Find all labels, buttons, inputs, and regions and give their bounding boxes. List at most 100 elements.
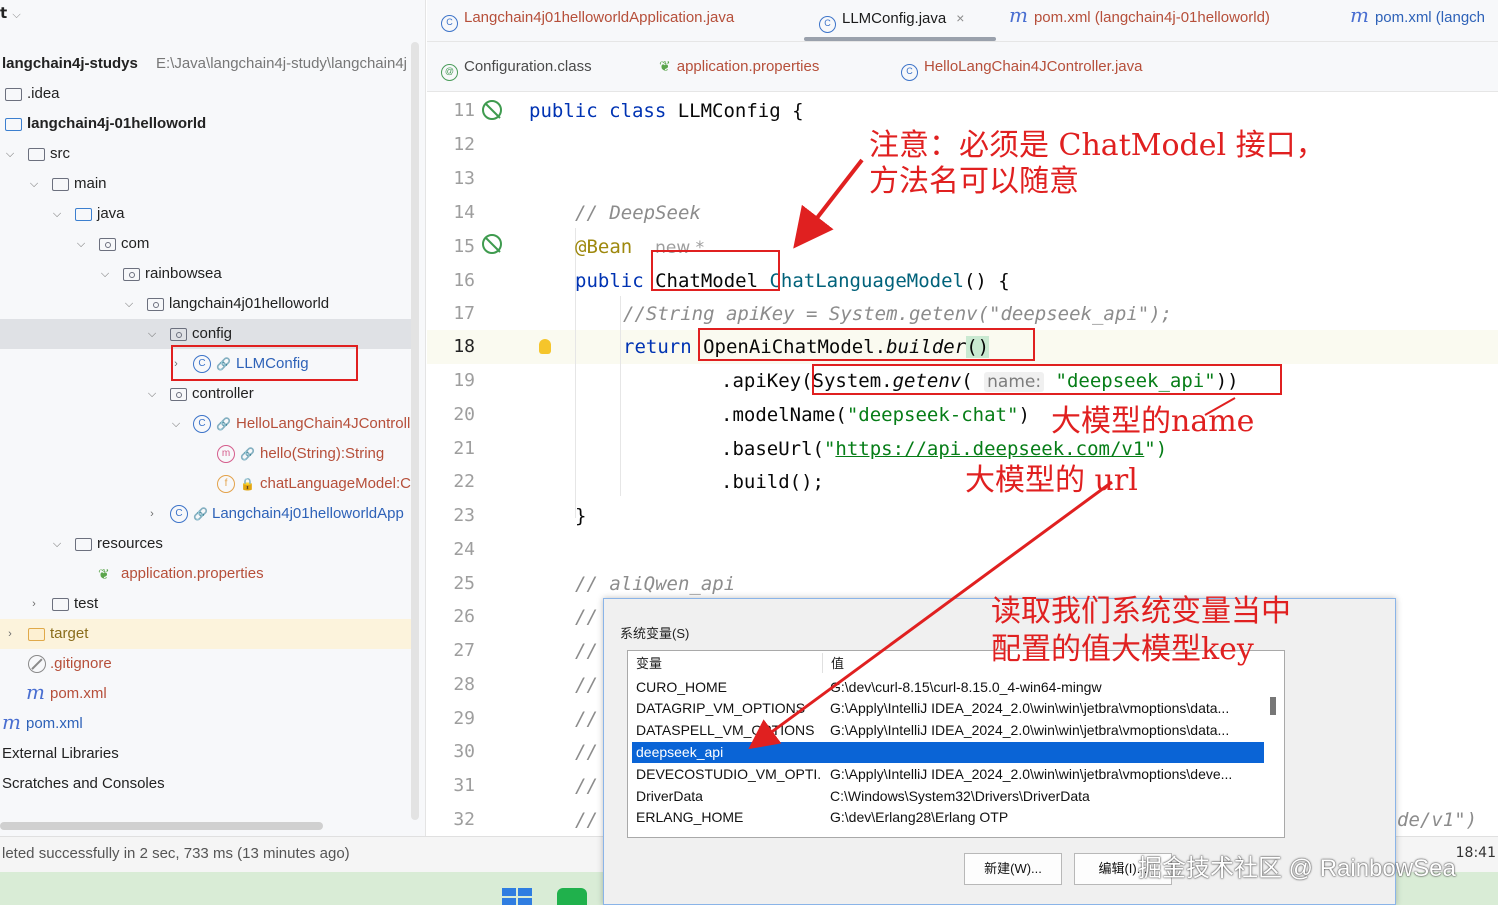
new-variable-button[interactable]: 新建(W)... — [964, 853, 1062, 885]
tree-header[interactable]: t ⌵ — [0, 4, 21, 22]
tab-configuration-class[interactable]: @ Configuration.class — [441, 55, 592, 81]
code-line-16: public ChatModel ChatLanguageModel() { — [575, 270, 1010, 292]
chevron-down-icon[interactable]: ⌵ — [27, 169, 41, 199]
tree-item-java[interactable]: ⌵ java — [0, 199, 412, 229]
table-row[interactable]: DATAGRIP_VM_OPTIONS G:\Apply\IntelliJ IDE… — [632, 698, 1264, 719]
link-icon: 🔗 — [240, 447, 255, 461]
code-line-30: // — [575, 741, 598, 763]
bean-config-icon[interactable] — [481, 99, 505, 123]
project-path: E:\Java\langchain4j-study\langchain4j — [156, 55, 407, 72]
tree-item-application[interactable]: › C 🔗 Langchain4j01helloworldApp — [0, 499, 412, 529]
package-icon — [123, 268, 140, 281]
package-icon — [147, 298, 164, 311]
table-row[interactable]: DriverData C:\Windows\System32\Drivers\Dr… — [632, 786, 1264, 807]
tree-vertical-scrollbar[interactable] — [411, 42, 419, 820]
tree-item-external-libraries[interactable]: External Libraries — [0, 739, 412, 769]
package-icon — [170, 388, 187, 401]
code-line-31: // — [575, 775, 598, 797]
code-line-22: .build(); — [721, 471, 824, 493]
tree-item-hellocontroller[interactable]: ⌵ C 🔗 HelloLangChain4JControll — [0, 409, 412, 439]
tab-pom-root[interactable]: m pom.xml (langch — [1350, 5, 1485, 30]
maven-icon: m — [1009, 3, 1028, 27]
windows-start-icon[interactable] — [502, 888, 532, 905]
chevron-down-icon[interactable]: ⌵ — [169, 409, 183, 439]
editor-tabs-row-2: @ Configuration.class ❦ application.proper… — [427, 42, 1498, 92]
table-scrollbar-thumb[interactable] — [1270, 697, 1276, 715]
chevron-right-icon[interactable]: › — [145, 499, 159, 529]
code-line-25: // aliQwen_api — [575, 573, 736, 595]
editor-tabs-row-1: C Langchain4j01helloworldApplication.java… — [427, 0, 1498, 42]
line-number: 20 — [453, 404, 475, 425]
tree-item-scratches[interactable]: Scratches and Consoles — [0, 769, 412, 799]
tree-item-chatmodel-field[interactable]: f 🔒 chatLanguageModel:C — [0, 469, 412, 499]
tree-item-rainbowsea[interactable]: ⌵ rainbowsea — [0, 259, 412, 289]
link-icon: 🔗 — [193, 507, 208, 521]
line-number: 25 — [453, 573, 475, 594]
chevron-right-icon[interactable]: › — [3, 619, 17, 649]
chevron-down-icon[interactable]: ⌵ — [98, 259, 112, 289]
table-row[interactable]: DEVECOSTUDIO_VM_OPTI... G:\Apply\IntelliJ… — [632, 764, 1264, 785]
line-number: 28 — [453, 674, 475, 695]
tab-application-properties[interactable]: ❦ application.properties — [659, 55, 819, 79]
bean-method-icon[interactable] — [481, 233, 505, 257]
chevron-down-icon[interactable]: ⌵ — [145, 319, 159, 349]
code-line-28: // — [575, 674, 598, 696]
highlight-llmconfig-tree — [171, 345, 358, 381]
tree-item-project-root[interactable]: langchain4j-studys E:\Java\langchain4j-s… — [0, 49, 412, 79]
tree-horizontal-scrollbar[interactable] — [0, 822, 323, 830]
table-row[interactable]: CURO_HOME G:\dev\curl-8.15\curl-8.15.0_4-… — [632, 677, 1264, 698]
chevron-down-icon[interactable]: ⌵ — [50, 529, 64, 559]
table-row[interactable]: DATASPELL_VM_OPTIONS G:\Apply\IntelliJ ID… — [632, 720, 1264, 741]
chevron-down-icon[interactable]: ⌵ — [50, 199, 64, 229]
highlight-chatmodel — [651, 250, 780, 291]
tab-pom-module[interactable]: m pom.xml (langchain4j-01helloworld) — [1009, 3, 1270, 30]
tree-item-hello-method[interactable]: m 🔗 hello(String):String — [0, 439, 412, 469]
tree-item-resources[interactable]: ⌵ resources — [0, 529, 412, 559]
system-variables-table[interactable]: 变量 值 CURO_HOME G:\dev\curl-8.15\curl-8.15… — [627, 650, 1285, 838]
tree-item-main[interactable]: ⌵ main — [0, 169, 412, 199]
spring-class-icon: C — [170, 505, 188, 523]
tree-item-idea[interactable]: .idea — [0, 79, 412, 109]
maven-icon: m — [2, 710, 21, 734]
chevron-right-icon[interactable]: › — [27, 589, 41, 619]
highlight-builder — [698, 328, 1035, 361]
lightbulb-icon[interactable] — [539, 339, 551, 354]
module-folder-icon — [5, 118, 22, 131]
code-line-11: public class LLMConfig { — [529, 100, 804, 122]
tree-item-application-properties[interactable]: ❦ application.properties — [0, 559, 412, 589]
spring-leaf-icon: ❦ — [98, 566, 110, 582]
column-header-variable[interactable]: 变量 — [636, 651, 662, 677]
annotation-read-env-line1: 读取我们系统变量当中 — [991, 594, 1291, 629]
wechat-icon[interactable] — [557, 888, 587, 905]
resources-folder-icon — [75, 538, 92, 551]
line-number: 11 — [453, 100, 475, 121]
tree-item-module[interactable]: langchain4j-01helloworld — [0, 109, 412, 139]
tab-llmconfig-java[interactable]: C LLMConfig.java × — [819, 6, 964, 33]
close-icon[interactable]: × — [956, 10, 964, 26]
spring-leaf-icon: ❦ — [659, 58, 671, 74]
tree-item-gitignore[interactable]: .gitignore — [0, 649, 412, 679]
tree-item-root-pom[interactable]: m pom.xml — [0, 709, 412, 739]
tree-item-test[interactable]: › test — [0, 589, 412, 619]
line-number: 23 — [453, 505, 475, 526]
tree-item-module-pom[interactable]: m pom.xml — [0, 679, 412, 709]
tree-item-langchain4j01helloworld[interactable]: ⌵ langchain4j01helloworld — [0, 289, 412, 319]
line-number: 29 — [453, 708, 475, 729]
project-tree: t ⌵ langchain4j-studys E:\Java\langchain… — [0, 0, 426, 836]
tab-hellocontroller-java[interactable]: C HelloLangChain4JController.java — [901, 55, 1142, 81]
tree-item-target[interactable]: › target — [0, 619, 412, 649]
tree-item-com[interactable]: ⌵ com — [0, 229, 412, 259]
table-row[interactable]: ERLANG_HOME G:\dev\Erlang28\Erlang OTP — [632, 807, 1264, 828]
chevron-down-icon[interactable]: ⌵ — [3, 139, 17, 169]
tree-item-controller[interactable]: ⌵ controller — [0, 379, 412, 409]
chevron-down-icon[interactable]: ⌵ — [145, 379, 159, 409]
column-divider — [822, 653, 823, 673]
column-header-value[interactable]: 值 — [831, 651, 844, 677]
chevron-down-icon[interactable]: ⌵ — [74, 229, 88, 259]
line-number: 32 — [453, 809, 475, 830]
chevron-down-icon[interactable]: ⌵ — [122, 289, 136, 319]
tree-item-src[interactable]: ⌵ src — [0, 139, 412, 169]
table-row-selected[interactable]: deepseek_apisk-e25d138bb — [632, 742, 1264, 763]
tab-application-java[interactable]: C Langchain4j01helloworldApplication.java — [441, 6, 734, 32]
line-number: 30 — [453, 741, 475, 762]
